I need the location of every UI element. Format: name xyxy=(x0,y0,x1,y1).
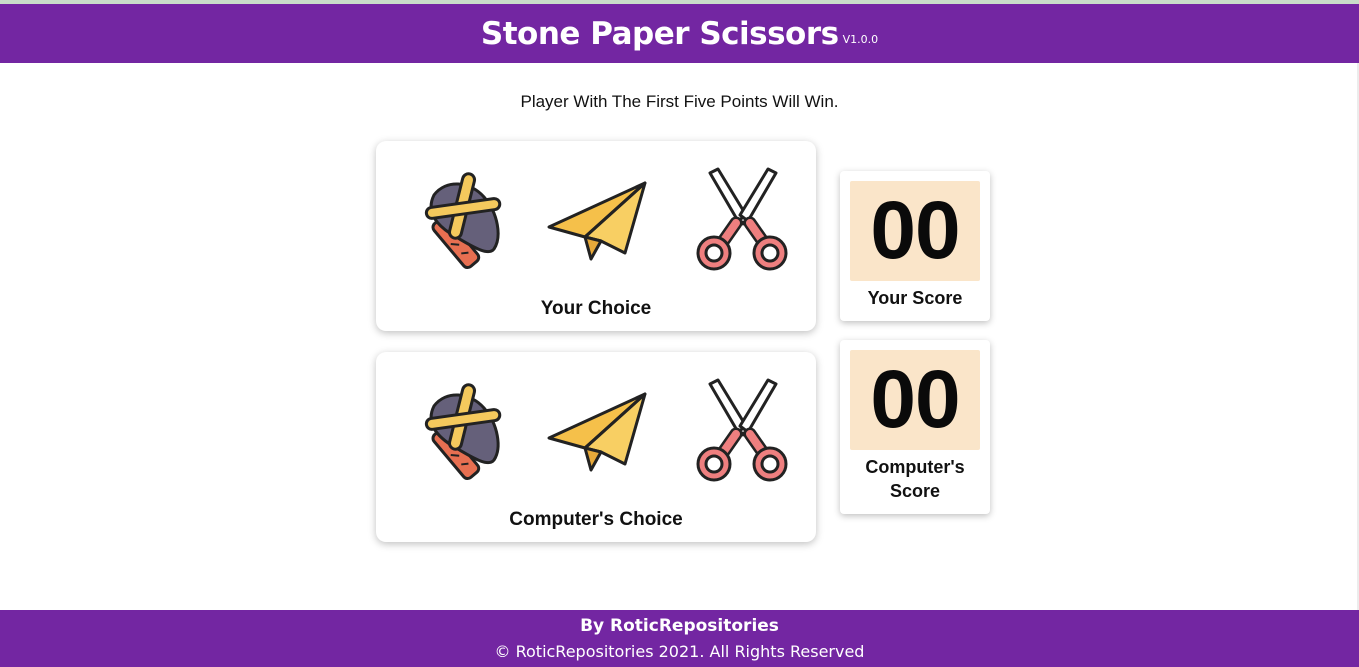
paper-plane-icon xyxy=(547,392,647,472)
computer-scissors-option xyxy=(684,378,794,488)
player-choice-label: Your Choice xyxy=(540,298,652,319)
player-paper-button[interactable] xyxy=(541,167,651,277)
scissors-icon xyxy=(696,167,788,271)
scissors-icon xyxy=(696,378,788,482)
stone-icon xyxy=(424,172,502,270)
game-rule-text: Player With The First Five Points Will W… xyxy=(520,92,839,111)
computer-score-value: 00 xyxy=(850,350,980,450)
app-footer: By RoticRepositories © RoticRepositories… xyxy=(0,610,1359,667)
computer-choice-panel: Computer's Choice xyxy=(376,352,816,542)
footer-author: By RoticRepositories xyxy=(580,616,779,636)
computer-stone-option xyxy=(398,378,508,488)
paper-plane-icon xyxy=(547,181,647,261)
computer-paper-option xyxy=(541,378,651,488)
computer-score-card: 00 Computer's Score xyxy=(840,340,990,514)
player-stone-button[interactable] xyxy=(398,167,508,277)
app-version: V1.0.0 xyxy=(842,33,879,46)
footer-copyright: © RoticRepositories 2021. All Rights Res… xyxy=(494,642,865,661)
computer-choice-label: Computer's Choice xyxy=(509,509,683,530)
app-header: Stone Paper Scissors V1.0.0 xyxy=(0,4,1359,63)
player-score-card: 00 Your Score xyxy=(840,171,990,321)
player-score-value: 00 xyxy=(850,181,980,281)
computer-choice-options xyxy=(376,378,816,488)
player-scissors-button[interactable] xyxy=(684,167,794,277)
app-title: Stone Paper Scissors xyxy=(480,15,839,52)
player-choice-panel: Your Choice xyxy=(376,141,816,331)
computer-score-label: Computer's Score xyxy=(865,457,965,501)
player-choice-options xyxy=(376,167,816,277)
stone-icon xyxy=(424,383,502,481)
player-score-label: Your Score xyxy=(867,288,963,308)
